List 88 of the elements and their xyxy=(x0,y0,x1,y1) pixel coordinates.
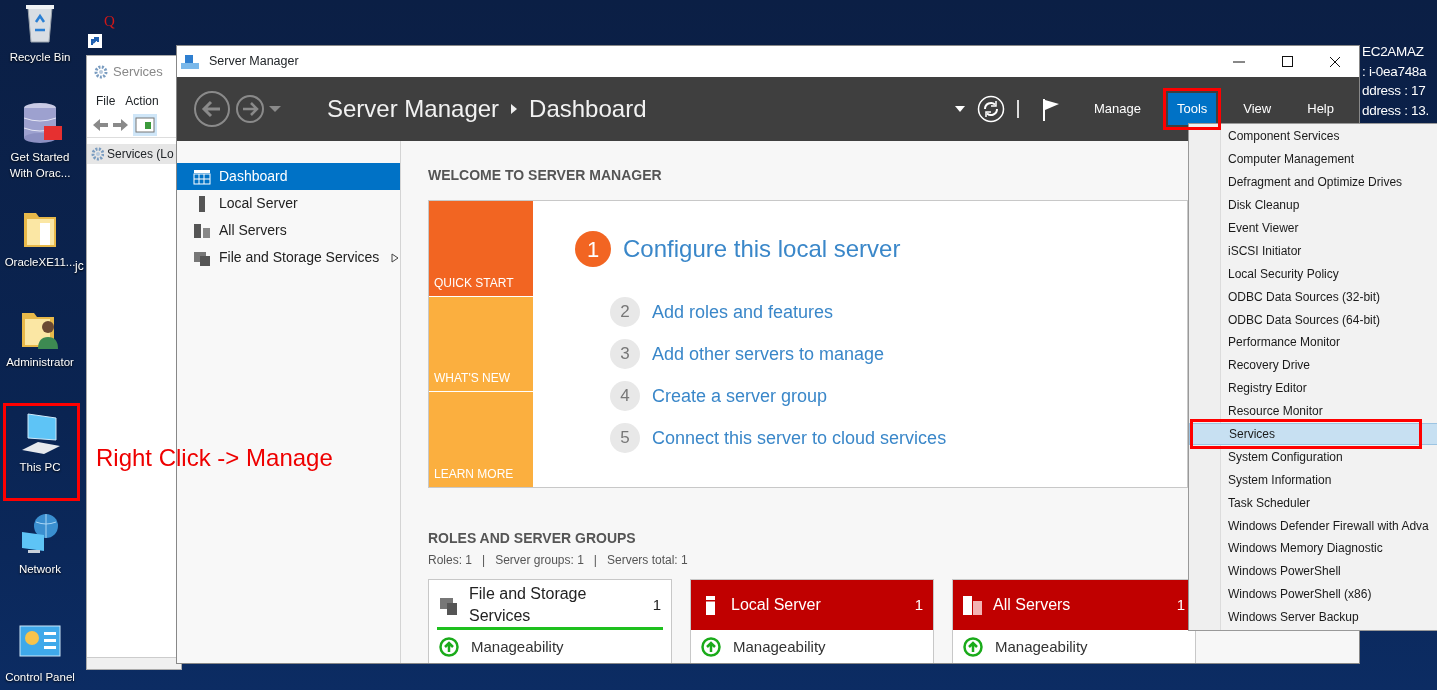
forward-icon[interactable] xyxy=(235,94,265,124)
group-card[interactable]: Local Server 1 Manageability xyxy=(690,579,934,663)
refresh-icon[interactable] xyxy=(976,95,1005,123)
section-heading: ROLES AND SERVER GROUPS xyxy=(428,529,636,548)
step-number: 4 xyxy=(610,381,640,411)
menu-item[interactable]: Disk Cleanup xyxy=(1189,193,1437,217)
system-info-text: ddress : 17 xyxy=(1362,82,1427,100)
menu-item[interactable]: Help xyxy=(1298,93,1343,125)
group-card[interactable]: All Servers 1 Manageability xyxy=(952,579,1196,663)
up-arrow-circle-icon xyxy=(439,637,459,658)
menu-item[interactable]: Services xyxy=(1189,422,1437,446)
menu-item[interactable]: Registry Editor xyxy=(1189,376,1437,400)
step-number: 2 xyxy=(610,297,640,327)
desktop-icon-label[interactable]: Control Panel xyxy=(1,670,79,686)
menu-item[interactable]: ODBC Data Sources (32-bit) xyxy=(1189,285,1437,309)
menu-item[interactable]: System Configuration xyxy=(1189,445,1437,469)
sidebar-item[interactable]: All Servers xyxy=(177,217,400,244)
menu-item[interactable]: System Information xyxy=(1189,468,1437,492)
step-link[interactable]: Add roles and features xyxy=(652,298,834,326)
system-info-text: : i-0ea748a xyxy=(1362,62,1428,81)
menu-item[interactable]: Tools xyxy=(1167,93,1217,125)
count-text: 1 xyxy=(914,594,923,615)
breadcrumb-arrow-icon xyxy=(511,104,518,114)
menu-item[interactable]: Resource Monitor xyxy=(1189,399,1437,423)
menu-item[interactable]: View xyxy=(1234,93,1281,125)
count-text: 1 xyxy=(652,594,661,615)
window-title: Server Manager xyxy=(209,53,299,71)
breadcrumb-item: Dashboard xyxy=(529,94,647,124)
step-link[interactable]: Add other servers to manage xyxy=(652,340,885,368)
card-title: All Servers xyxy=(993,595,1072,616)
step-number: 1 xyxy=(575,231,611,267)
count-text: 1 xyxy=(1176,594,1185,615)
card-title: File and Storage Services xyxy=(469,584,588,626)
servers-icon xyxy=(193,221,211,240)
panel-icon[interactable] xyxy=(133,113,157,136)
menu-item[interactable]: Task Scheduler xyxy=(1189,491,1437,515)
step-number: 5 xyxy=(610,423,640,453)
menu-item[interactable]: Defragment and Optimize Drives xyxy=(1189,170,1437,194)
group-card[interactable]: File and Storage Services 1 Manageability xyxy=(428,579,672,663)
status-text: Manageability xyxy=(995,637,1088,657)
status-text: Manageability xyxy=(733,637,826,657)
grid-icon xyxy=(193,167,211,186)
menu-item[interactable]: iSCSI Initiator xyxy=(1189,239,1437,263)
sidebar-item[interactable]: File and Storage Services xyxy=(177,244,400,271)
menu-item[interactable]: Event Viewer xyxy=(1189,216,1437,240)
card-title: Local Server xyxy=(731,595,822,616)
menu-item[interactable]: Local Security Policy xyxy=(1189,262,1437,286)
system-info-text: ddress : 13. xyxy=(1362,101,1429,120)
desktop-icon-label[interactable]: Administrator xyxy=(1,355,79,371)
status-text: Manageability xyxy=(471,637,564,657)
sidebar-item[interactable]: Local Server xyxy=(177,190,400,217)
system-info-text: EC2AMAZ xyxy=(1362,43,1425,61)
gear-icon xyxy=(90,146,104,162)
step-link[interactable]: Connect this server to cloud services xyxy=(652,424,947,452)
back-icon[interactable] xyxy=(193,90,231,128)
menu-item[interactable]: Windows Defender Firewall with Adva xyxy=(1189,514,1437,538)
desktop-icon-label[interactable]: jc xyxy=(75,257,84,275)
caret-icon[interactable] xyxy=(954,105,965,113)
step-link[interactable]: Create a server group xyxy=(652,382,828,410)
gear-icon xyxy=(93,64,109,80)
menu-item[interactable]: Recovery Drive xyxy=(1189,353,1437,377)
menu-item[interactable]: Computer Management xyxy=(1189,147,1437,171)
step-link[interactable]: Configure this local server xyxy=(623,231,901,267)
forward-arrow-icon[interactable] xyxy=(112,116,130,133)
desktop-icon-label[interactable]: Get Started With Orac... xyxy=(1,150,79,182)
sidebar-item[interactable]: Dashboard xyxy=(177,163,400,190)
section-heading: WELCOME TO SERVER MANAGER xyxy=(428,166,662,185)
menu-item[interactable]: Performance Monitor xyxy=(1189,331,1437,354)
desktop-icon-label[interactable]: This PC xyxy=(1,460,79,476)
summary-text: Roles: 1 | Server groups: 1 | Servers total: 1 xyxy=(428,552,689,569)
up-arrow-circle-icon xyxy=(963,637,983,658)
flag-icon[interactable] xyxy=(1040,97,1061,121)
window-title: Services xyxy=(113,63,163,82)
menu-item[interactable]: Manage xyxy=(1084,93,1150,125)
menu-item[interactable]: Action xyxy=(125,92,159,112)
annotation-text: Right Click -> Manage xyxy=(96,443,333,473)
desktop-icon-label[interactable]: Recycle Bin xyxy=(1,50,79,66)
servers-icon xyxy=(963,594,983,616)
back-arrow-icon[interactable] xyxy=(91,116,109,133)
menu-item[interactable]: Windows Memory Diagnostic xyxy=(1189,537,1437,560)
shortcut-arrow-icon[interactable] xyxy=(88,34,102,48)
step-number: 3 xyxy=(610,339,640,369)
breadcrumb-item[interactable]: Server Manager xyxy=(327,91,500,127)
up-arrow-circle-icon xyxy=(701,637,721,658)
menu-item[interactable]: ODBC Data Sources (64-bit) xyxy=(1189,308,1437,331)
menu-item[interactable]: Component Services xyxy=(1189,125,1437,148)
desktop-icon-label[interactable]: Network xyxy=(1,562,79,578)
menu-item[interactable]: File xyxy=(96,92,116,112)
